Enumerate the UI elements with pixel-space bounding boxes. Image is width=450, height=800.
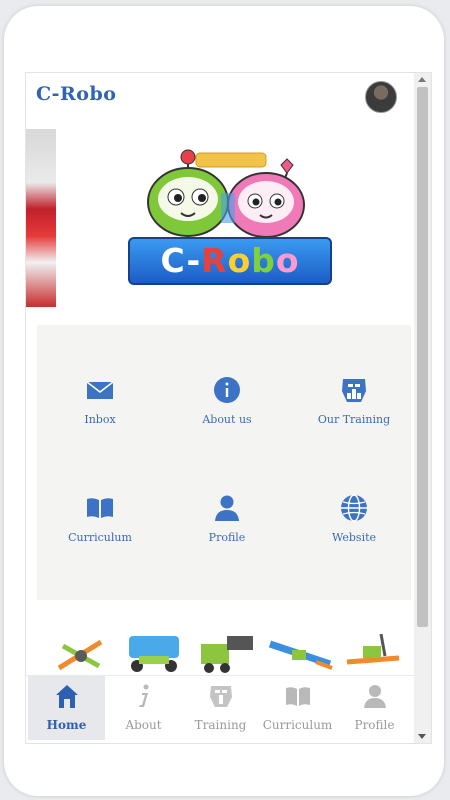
vertical-scrollbar[interactable] (414, 73, 431, 743)
bottom-tab-bar: Home About Training Curriculum Profile (26, 675, 414, 743)
menu-item-label: Inbox (84, 413, 116, 426)
menu-item-label: Our Training (317, 413, 391, 426)
book-icon (285, 687, 310, 706)
scroll-down-arrow[interactable] (418, 734, 426, 739)
tab-home[interactable]: Home (28, 676, 105, 740)
tab-label: Curriculum (262, 718, 333, 732)
info-icon (214, 377, 240, 403)
tab-curriculum[interactable]: Curriculum (259, 676, 336, 740)
tab-training[interactable]: Training (182, 676, 259, 740)
robot-mascots-illustration (147, 149, 305, 238)
info-italic-icon (138, 684, 148, 707)
book-icon (87, 498, 113, 518)
menu-item-label: About us (202, 413, 252, 426)
app-screen: C-Robo C-Robo Inbox About us Our Trainin… (25, 72, 432, 744)
menu-item-label: Website (331, 531, 377, 544)
menu-item-label: Curriculum (68, 531, 132, 544)
robot-head-icon (209, 686, 232, 707)
user-icon (215, 495, 239, 521)
robot-head-icon (342, 379, 366, 402)
scroll-up-arrow[interactable] (418, 77, 426, 82)
menu-item-website[interactable]: Website (292, 493, 416, 583)
robot-kit-image (268, 640, 333, 670)
tab-label: Profile (354, 718, 395, 732)
menu-item-curriculum[interactable]: Curriculum (38, 493, 162, 583)
carousel-photo-edge[interactable] (26, 129, 56, 307)
menu-item-inbox[interactable]: Inbox (38, 375, 162, 465)
robot-kit-image (129, 636, 179, 672)
logo-wordmark: C-Robo (128, 237, 332, 285)
menu-item-profile[interactable]: Profile (165, 493, 289, 583)
device-frame: C-Robo C-Robo Inbox About us Our Trainin… (4, 6, 444, 796)
scrollbar-thumb[interactable] (417, 87, 428, 627)
tab-label: About (125, 718, 162, 732)
robot-kit-image (57, 639, 103, 671)
globe-icon (341, 494, 367, 522)
robot-kit-image (201, 636, 253, 673)
home-icon (55, 685, 78, 708)
c-robo-logo: C-Robo (126, 147, 332, 287)
tab-about[interactable]: About (105, 676, 182, 740)
robot-kits-carousel[interactable] (26, 628, 414, 678)
menu-item-about-us[interactable]: About us (165, 375, 289, 465)
main-menu-grid: Inbox About us Our Training Curriculum P… (37, 325, 411, 600)
menu-item-our-training[interactable]: Our Training (292, 375, 416, 465)
user-icon (363, 685, 386, 708)
envelope-icon (86, 381, 114, 399)
tab-label: Home (46, 718, 87, 732)
tab-profile[interactable]: Profile (336, 676, 413, 740)
app-title: C-Robo (36, 83, 117, 105)
robot-kit-image (346, 633, 400, 665)
tab-label: Training (194, 718, 247, 732)
app-header: C-Robo (26, 73, 414, 117)
avatar[interactable] (365, 81, 397, 113)
menu-item-label: Profile (208, 531, 246, 544)
